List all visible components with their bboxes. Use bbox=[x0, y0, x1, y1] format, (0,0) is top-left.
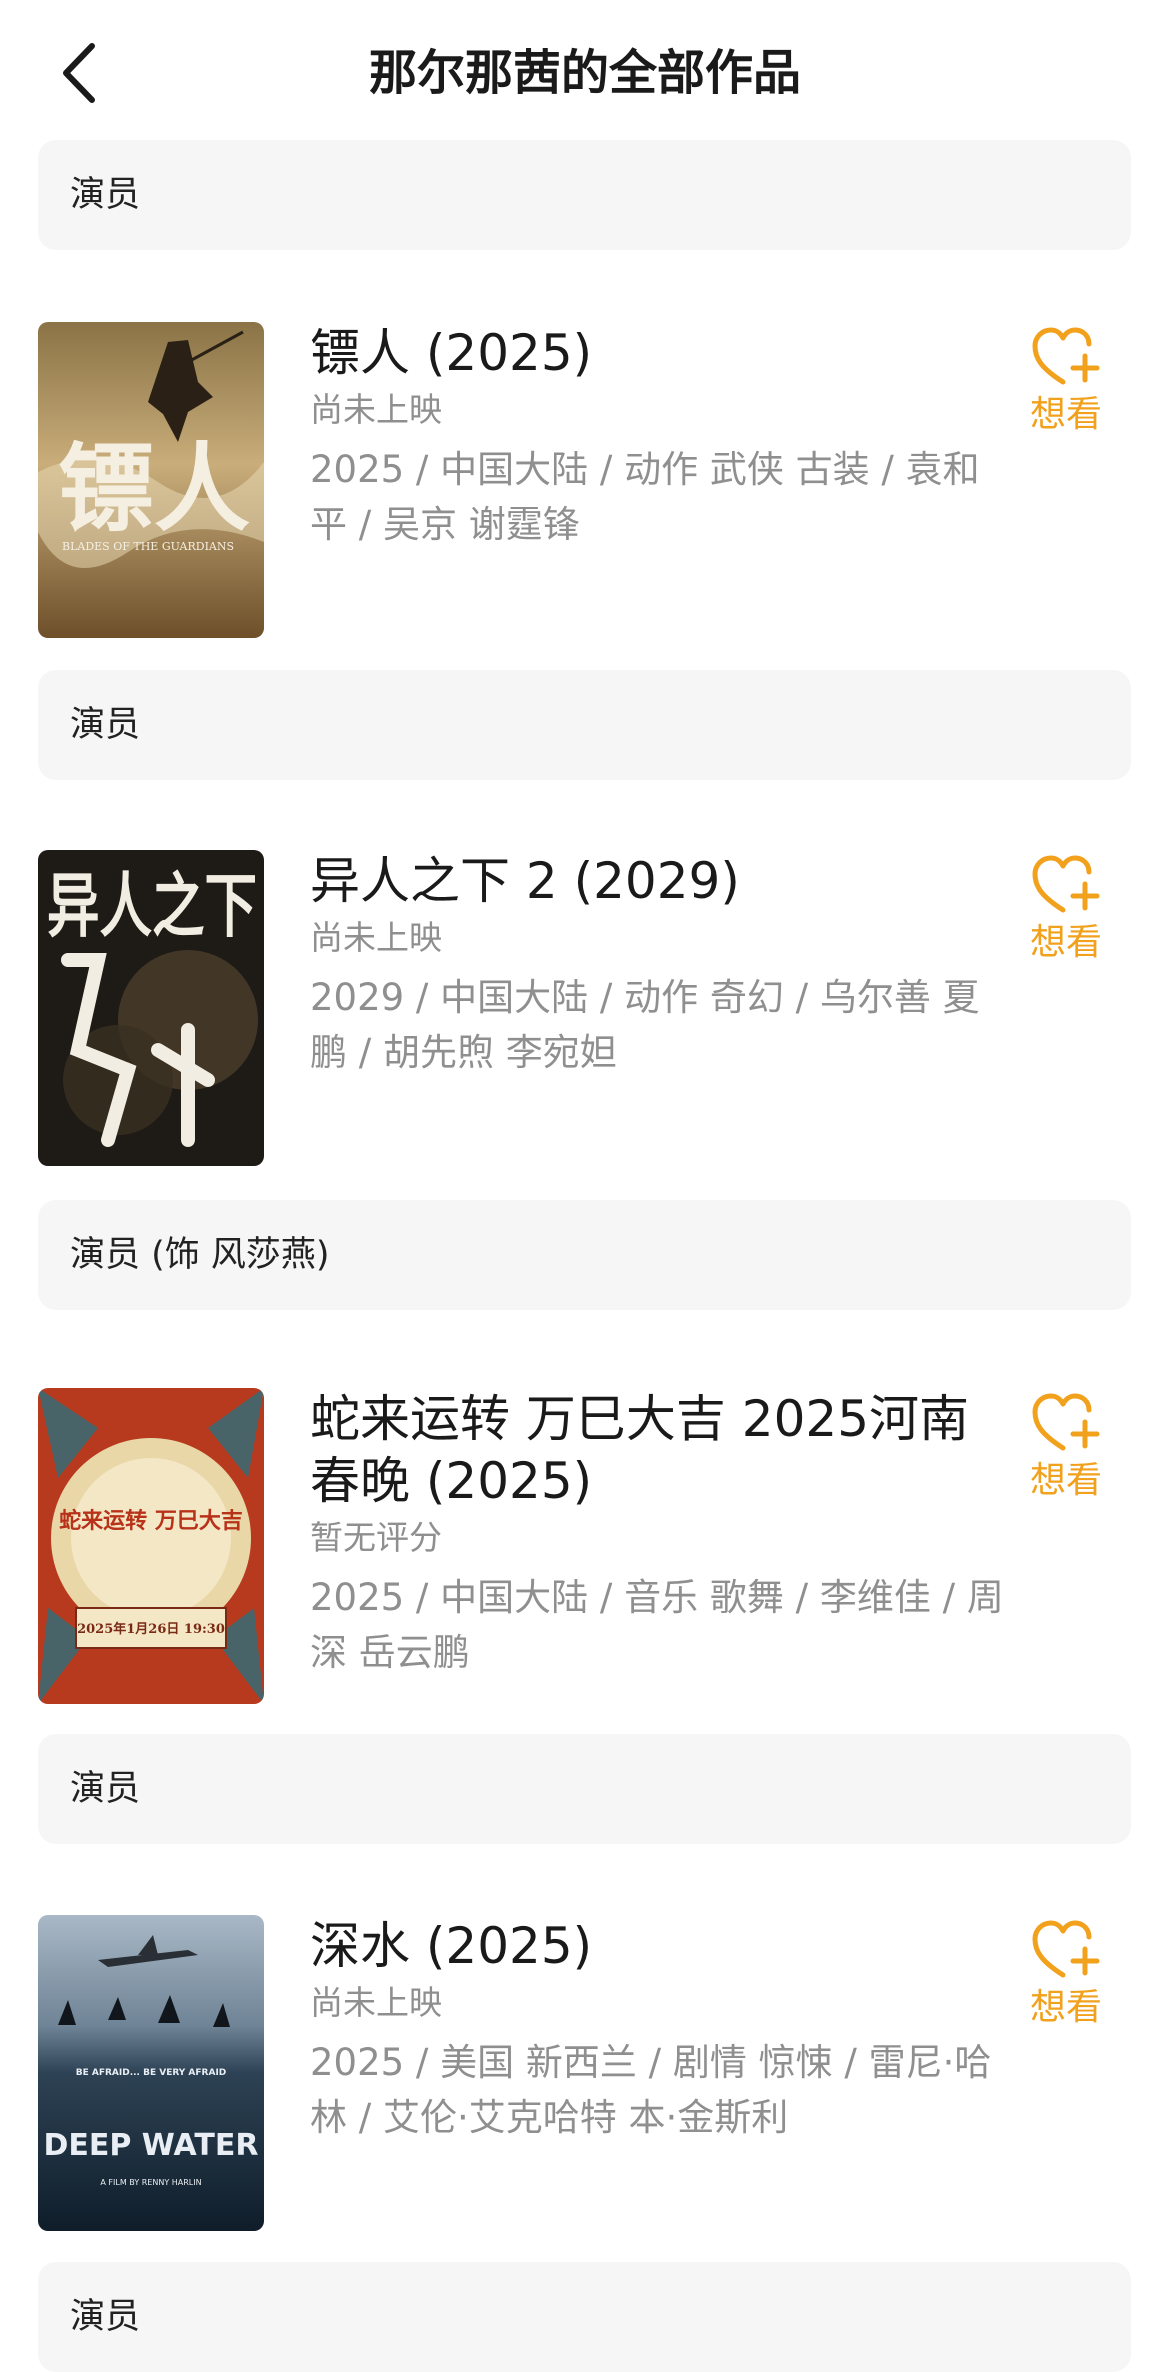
poster-tagline: BE AFRAID... BE VERY AFRAID bbox=[76, 2068, 227, 2078]
heart-plus-icon bbox=[1032, 327, 1100, 385]
work-title[interactable]: 深水 (2025) bbox=[310, 1915, 1010, 1977]
role-section: 演员 bbox=[38, 140, 1131, 250]
heart-plus-icon bbox=[1032, 1393, 1100, 1451]
work-title[interactable]: 镖人 (2025) bbox=[310, 322, 1010, 384]
want-label: 想看 bbox=[1029, 394, 1102, 435]
poster-title: 镖人 bbox=[58, 432, 250, 545]
page-title: 那尔那茜的全部作品 bbox=[368, 45, 801, 101]
role-section: 演员 bbox=[38, 2262, 1131, 2372]
rating-status: 暂无评分 bbox=[310, 1518, 442, 1557]
poster-title: 异人之下 bbox=[47, 864, 257, 947]
work-item[interactable]: 蛇来运转 万巳大吉 2025年1月26日 19:30 蛇来运转 万巳大吉 202… bbox=[38, 1388, 1131, 1704]
work-meta: 2025 / 美国 新西兰 / 剧情 惊悚 / 雷尼·哈林 / 艾伦·艾克哈特 … bbox=[310, 2041, 992, 2139]
want-label: 想看 bbox=[1029, 1987, 1102, 2028]
work-info: 蛇来运转 万巳大吉 2025河南春晚 (2025) 暂无评分 2025 / 中国… bbox=[310, 1388, 1010, 1680]
work-info: 深水 (2025) 尚未上映 2025 / 美国 新西兰 / 剧情 惊悚 / 雷… bbox=[310, 1915, 1010, 2145]
work-meta: 2025 / 中国大陆 / 音乐 歌舞 / 李维佳 / 周深 岳云鹏 bbox=[310, 1576, 1004, 1674]
role-label: 演员 bbox=[70, 705, 141, 745]
work-title[interactable]: 蛇来运转 万巳大吉 2025河南春晚 (2025) bbox=[310, 1388, 1010, 1512]
work-item[interactable]: BE AFRAID... BE VERY AFRAID DEEP WATER A… bbox=[38, 1915, 1131, 2231]
work-item[interactable]: 镖人 BLADES OF THE GUARDIANS 镖人 (2025) 尚未上… bbox=[38, 322, 1131, 638]
work-info: 镖人 (2025) 尚未上映 2025 / 中国大陆 / 动作 武侠 古装 / … bbox=[310, 322, 1010, 552]
poster-date: 2025年1月26日 19:30 bbox=[77, 1621, 225, 1637]
heart-plus-icon bbox=[1032, 1920, 1100, 1978]
role-label: 演员 (饰 风莎燕) bbox=[70, 1235, 330, 1275]
role-section: 演员 bbox=[38, 670, 1131, 780]
want-label: 想看 bbox=[1029, 922, 1102, 963]
rating-status: 尚未上映 bbox=[310, 918, 442, 957]
poster-title: DEEP WATER bbox=[43, 2128, 258, 2163]
poster-image[interactable]: BE AFRAID... BE VERY AFRAID DEEP WATER A… bbox=[38, 1915, 264, 2231]
role-label: 演员 bbox=[70, 2297, 141, 2337]
work-meta: 2029 / 中国大陆 / 动作 奇幻 / 乌尔善 夏鹏 / 胡先煦 李宛妲 bbox=[310, 976, 980, 1074]
poster-image[interactable]: 镖人 BLADES OF THE GUARDIANS bbox=[38, 322, 264, 638]
want-to-watch-button[interactable]: 想看 bbox=[1001, 854, 1131, 968]
work-title[interactable]: 异人之下 2 (2029) bbox=[310, 850, 1010, 912]
work-info: 异人之下 2 (2029) 尚未上映 2029 / 中国大陆 / 动作 奇幻 /… bbox=[310, 850, 1010, 1080]
role-section: 演员 (饰 风莎燕) bbox=[38, 1200, 1131, 1310]
poster-subtitle: BLADES OF THE GUARDIANS bbox=[62, 540, 234, 553]
want-label: 想看 bbox=[1029, 1460, 1102, 1501]
rating-status: 尚未上映 bbox=[310, 1983, 442, 2022]
heart-plus-icon bbox=[1032, 855, 1100, 913]
poster-credit: A FILM BY RENNY HARLIN bbox=[100, 2178, 201, 2187]
role-label: 演员 bbox=[70, 175, 141, 215]
want-to-watch-button[interactable]: 想看 bbox=[1001, 326, 1131, 440]
role-label: 演员 bbox=[70, 1769, 141, 1809]
rating-status: 尚未上映 bbox=[310, 390, 442, 429]
role-section: 演员 bbox=[38, 1734, 1131, 1844]
poster-title: 蛇来运转 万巳大吉 bbox=[59, 1508, 243, 1534]
poster-image[interactable]: 异人之下 bbox=[38, 850, 264, 1166]
poster-image[interactable]: 蛇来运转 万巳大吉 2025年1月26日 19:30 bbox=[38, 1388, 264, 1704]
work-meta: 2025 / 中国大陆 / 动作 武侠 古装 / 袁和平 / 吴京 谢霆锋 bbox=[310, 448, 980, 546]
top-bar: 那尔那茜的全部作品 bbox=[0, 0, 1170, 140]
want-to-watch-button[interactable]: 想看 bbox=[1001, 1919, 1131, 2033]
work-item[interactable]: 异人之下 异人之下 2 (2029) 尚未上映 2029 / 中国大陆 / 动作… bbox=[38, 850, 1131, 1166]
want-to-watch-button[interactable]: 想看 bbox=[1001, 1392, 1131, 1506]
